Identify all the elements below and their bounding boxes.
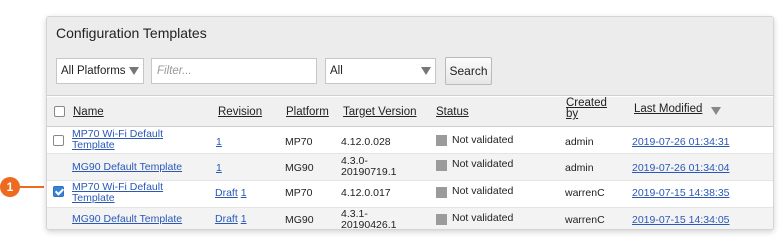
target-version-value: 4.3.0-20190719.1 <box>341 155 397 178</box>
sort-descending-icon[interactable] <box>711 107 721 115</box>
select-all-checkbox[interactable] <box>54 106 65 117</box>
status-indicator-icon <box>436 135 447 146</box>
last-modified-link[interactable]: 2019-07-26 01:34:04 <box>632 162 730 174</box>
revision-link[interactable]: 1 <box>216 136 222 148</box>
status-select-value: All <box>330 65 343 77</box>
table-row[interactable]: MG90 Default Template 1 MG90 4.3.0-20190… <box>47 154 773 181</box>
panel-toolbar: Configuration Templates All Platforms Al… <box>47 17 773 96</box>
last-modified-link[interactable]: 2019-07-26 01:34:31 <box>632 136 730 148</box>
callout-line <box>20 186 44 188</box>
filter-input[interactable] <box>151 58 317 84</box>
revision-group: Draft 1 <box>215 213 247 225</box>
column-header-platform[interactable]: Platform <box>286 106 329 118</box>
created-by-value: admin <box>565 136 594 148</box>
table-row[interactable]: MG90 Default Template Draft 1 MG90 4.3.1… <box>47 208 773 230</box>
revision-link[interactable]: 1 <box>241 187 247 199</box>
table-header: Name Revision Platform Target Version St… <box>47 97 773 127</box>
callout-badge: 1 <box>0 177 20 197</box>
template-name-link[interactable]: MP70 Wi-Fi Default Template <box>72 182 190 204</box>
platform-value: MP70 <box>285 136 313 148</box>
column-header-last-modified[interactable]: Last Modified <box>634 103 702 115</box>
column-header-created-by[interactable]: Created by <box>566 97 607 120</box>
status-value: Not validated <box>452 158 514 170</box>
status-value: Not validated <box>452 185 514 197</box>
created-by-line-2: by <box>566 108 579 120</box>
target-version-value: 4.12.0.017 <box>341 187 391 199</box>
status-value: Not validated <box>452 212 514 224</box>
template-name-link[interactable]: MG90 Default Template <box>72 214 212 225</box>
draft-link[interactable]: Draft <box>215 187 238 199</box>
platform-value: MP70 <box>285 187 313 199</box>
revision-link[interactable]: 1 <box>241 213 247 225</box>
platform-value: MG90 <box>285 214 314 226</box>
panel-title: Configuration Templates <box>56 25 207 41</box>
platform-select-value: All Platforms <box>61 65 126 77</box>
search-button[interactable]: Search <box>445 57 492 85</box>
created-by-value: admin <box>565 162 594 174</box>
row-checkbox[interactable] <box>53 186 64 197</box>
status-indicator-icon <box>436 160 447 171</box>
configuration-templates-panel: Configuration Templates All Platforms Al… <box>46 16 774 230</box>
status-select[interactable]: All <box>325 58 436 84</box>
chevron-down-icon <box>421 67 431 75</box>
status-indicator-icon <box>436 187 447 198</box>
draft-link[interactable]: Draft <box>215 213 238 225</box>
column-header-revision[interactable]: Revision <box>218 106 262 118</box>
created-by-value: warrenC <box>565 187 605 199</box>
column-header-status[interactable]: Status <box>436 106 469 118</box>
last-modified-link[interactable]: 2019-07-15 14:38:35 <box>632 187 730 199</box>
table-row[interactable]: MP70 Wi-Fi Default Template 1 MP70 4.12.… <box>47 127 773 154</box>
column-header-name[interactable]: Name <box>73 106 104 118</box>
template-name-link[interactable]: MP70 Wi-Fi Default Template <box>72 129 190 151</box>
target-version-value: 4.12.0.028 <box>341 136 391 148</box>
created-by-value: warrenC <box>565 214 605 226</box>
status-value: Not validated <box>452 134 514 146</box>
table-row[interactable]: MP70 Wi-Fi Default Template Draft 1 MP70… <box>47 181 773 208</box>
chevron-down-icon <box>129 67 139 75</box>
revision-group: Draft 1 <box>215 187 247 199</box>
last-modified-link[interactable]: 2019-07-15 14:34:05 <box>632 214 730 226</box>
revision-link[interactable]: 1 <box>216 162 222 174</box>
row-checkbox[interactable] <box>53 135 64 146</box>
platform-value: MG90 <box>285 162 314 174</box>
column-header-target-version[interactable]: Target Version <box>343 106 417 118</box>
platform-select[interactable]: All Platforms <box>56 58 144 84</box>
status-indicator-icon <box>436 214 447 225</box>
target-version-value: 4.3.1-20190426.1 <box>341 208 397 230</box>
template-name-link[interactable]: MG90 Default Template <box>72 162 212 173</box>
